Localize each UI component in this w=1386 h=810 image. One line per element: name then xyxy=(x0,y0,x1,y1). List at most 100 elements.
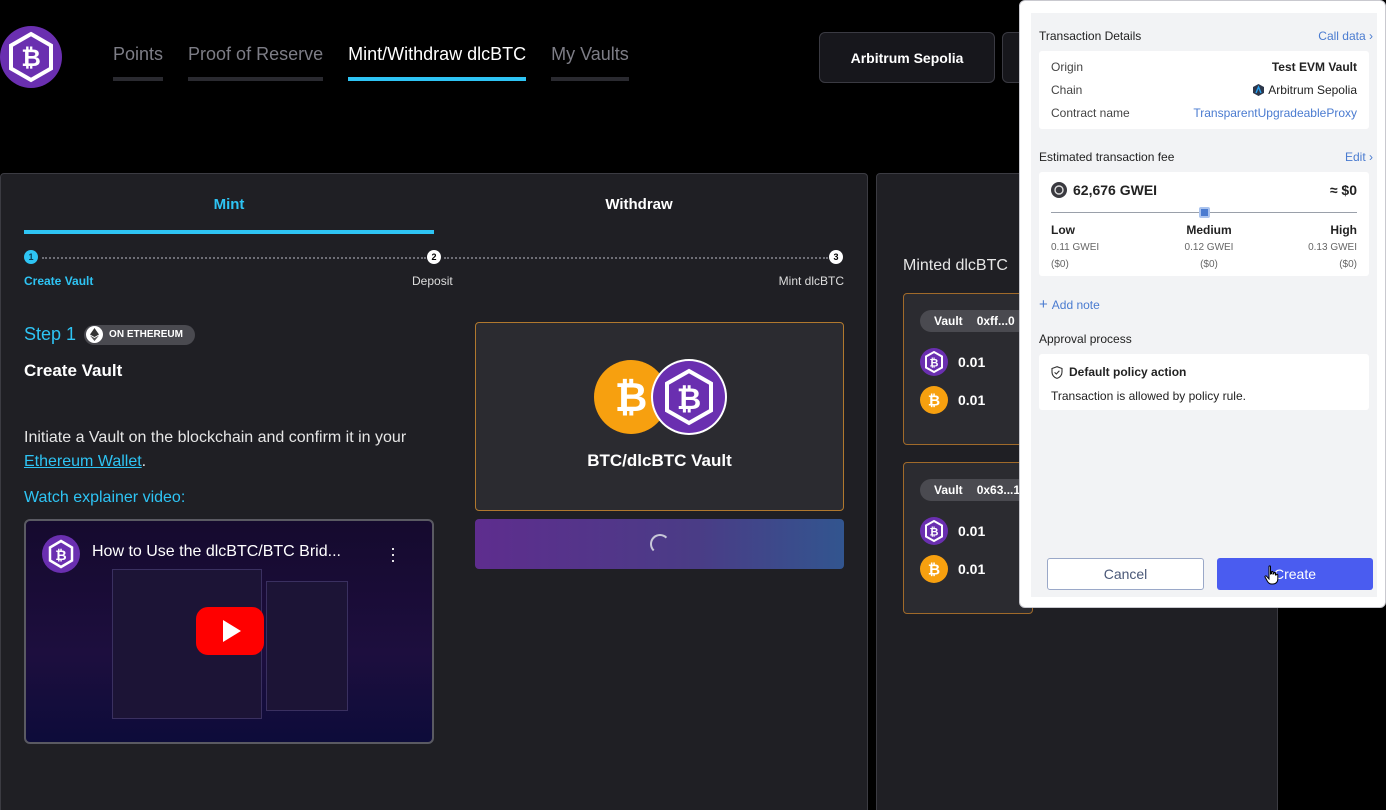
main-nav: Points Proof of Reserve Mint/Withdraw dl… xyxy=(113,44,629,81)
contract-name-link[interactable]: TransparentUpgradeableProxy xyxy=(1193,106,1357,120)
fee-level-medium[interactable]: Medium 0.12 GWEI ($0) xyxy=(1176,222,1242,273)
detail-key: Contract name xyxy=(1051,106,1130,120)
network-badge-label: ON ETHEREUM xyxy=(109,329,183,340)
step-1-label: Create Vault xyxy=(24,274,94,288)
fee-level-low[interactable]: Low 0.11 GWEI ($0) xyxy=(1051,222,1099,273)
gas-token-icon xyxy=(1051,182,1067,198)
chevron-right-icon: › xyxy=(1369,150,1373,164)
fee-level-usd: ($0) xyxy=(1339,259,1357,270)
detail-row-chain: Chain Arbitrum Sepolia xyxy=(1051,83,1357,97)
fee-level-gwei: 0.11 GWEI xyxy=(1051,242,1100,253)
dlcbtc-amount: ₿ 0.01 xyxy=(920,517,985,545)
fee-level-usd: ($0) xyxy=(1200,259,1218,270)
fee-amount-value: 62,676 GWEI xyxy=(1073,182,1158,198)
chevron-right-icon: › xyxy=(1369,29,1373,43)
svg-text:₿: ₿ xyxy=(928,561,940,579)
vault-id-pill: Vault 0xff...0 xyxy=(920,310,1029,332)
desc-text: Initiate a Vault on the blockchain and c… xyxy=(24,429,407,446)
minted-title: Minted dlcBTC xyxy=(903,257,1008,274)
approval-process-title: Approval process xyxy=(1039,332,1132,346)
vault-id: 0xff...0 xyxy=(976,314,1015,328)
detail-value: Test EVM Vault xyxy=(1271,60,1357,74)
svg-text:₿: ₿ xyxy=(677,382,701,417)
video-thumbnail-panel xyxy=(266,581,348,711)
explainer-video[interactable]: ₿ How to Use the dlcBTC/BTC Brid... · · · xyxy=(24,519,434,744)
network-select-button[interactable]: Arbitrum Sepolia xyxy=(819,32,995,83)
cancel-button[interactable]: Cancel xyxy=(1047,558,1204,590)
create-button[interactable]: Create xyxy=(1217,558,1373,590)
dlcbtc-coin-icon: ₿ xyxy=(920,348,948,376)
fee-level-name: Medium xyxy=(1186,223,1232,237)
dlcbtc-coin-icon: ₿ xyxy=(920,517,948,545)
detail-key: Chain xyxy=(1051,83,1083,97)
dlcbtc-logo-icon[interactable]: ₿ xyxy=(0,24,64,90)
more-vertical-icon[interactable]: · · · xyxy=(390,539,396,569)
arbitrum-icon xyxy=(1253,84,1265,96)
ethereum-icon xyxy=(86,326,104,343)
detail-value: Arbitrum Sepolia xyxy=(1253,83,1357,97)
policy-title: Default policy action xyxy=(1051,365,1186,379)
btc-amount: ₿ 0.01 xyxy=(920,386,985,414)
call-data-link[interactable]: Call data › xyxy=(1318,29,1373,43)
nav-item-proof-of-reserve[interactable]: Proof of Reserve xyxy=(188,44,324,81)
policy-description: Transaction is allowed by policy rule. xyxy=(1051,389,1246,403)
step-number: Step 1 xyxy=(24,324,77,344)
step-3-label: Mint dlcBTC xyxy=(778,274,844,288)
vault-pill-label: Vault xyxy=(934,314,963,328)
dlcbtc-amount-value: 0.01 xyxy=(958,354,986,370)
fee-level-gwei: 0.13 GWEI xyxy=(1308,242,1357,253)
policy-box: Default policy action Transaction is all… xyxy=(1039,354,1369,410)
transaction-panel-body: Transaction Details Call data › Origin T… xyxy=(1031,13,1377,597)
stepper-connector xyxy=(42,257,426,259)
detail-key: Origin xyxy=(1051,60,1084,74)
transaction-details-box: Origin Test EVM Vault Chain Arbitrum Sep… xyxy=(1039,51,1369,129)
fee-level-gwei: 0.12 GWEI xyxy=(1184,242,1234,253)
video-title: How to Use the dlcBTC/BTC Brid... xyxy=(92,543,341,560)
create-vault-button-loading[interactable] xyxy=(475,519,844,569)
nav-item-my-vaults[interactable]: My Vaults xyxy=(551,44,629,81)
fee-edit-link[interactable]: Edit › xyxy=(1345,150,1373,164)
hand-cursor-icon xyxy=(1264,565,1279,585)
btc-amount-value: 0.01 xyxy=(958,392,986,408)
svg-text:₿: ₿ xyxy=(615,375,648,421)
ethereum-wallet-link[interactable]: Ethereum Wallet xyxy=(24,453,142,470)
plus-icon: + xyxy=(1039,296,1048,313)
step-1-indicator: 1 xyxy=(24,250,38,264)
fee-level-name: Low xyxy=(1051,223,1075,237)
vault-id: 0x63...1 xyxy=(976,483,1021,497)
btc-amount-value: 0.01 xyxy=(958,561,986,577)
vault-item[interactable]: Vault 0x63...1 ₿ 0.01 ₿ 0.01 xyxy=(903,462,1033,614)
fee-level-name: High xyxy=(1330,223,1357,237)
fee-usd: ≈ $0 xyxy=(1329,182,1357,198)
play-icon xyxy=(223,620,241,642)
policy-title-text: Default policy action xyxy=(1069,365,1187,379)
btc-dlcbtc-coins-icon: ₿ ₿ xyxy=(594,359,727,435)
detail-row-origin: Origin Test EVM Vault xyxy=(1051,60,1357,74)
svg-text:₿: ₿ xyxy=(930,357,939,370)
channel-logo-icon: ₿ xyxy=(42,535,80,573)
tab-withdraw[interactable]: Withdraw xyxy=(434,186,844,234)
progress-stepper: 1 2 3 Create Vault Deposit Mint dlcBTC xyxy=(24,250,844,290)
add-note-button[interactable]: + Add note xyxy=(1039,296,1100,313)
chain-name: Arbitrum Sepolia xyxy=(1268,83,1357,97)
tab-mint[interactable]: Mint xyxy=(24,186,434,234)
svg-text:₿: ₿ xyxy=(928,392,940,410)
play-button[interactable] xyxy=(196,607,264,655)
mint-card: Mint Withdraw 1 2 3 Create Vault Deposit… xyxy=(0,173,868,810)
add-note-label: Add note xyxy=(1051,297,1100,312)
fee-level-usd: ($0) xyxy=(1051,259,1069,270)
nav-item-mint-withdraw[interactable]: Mint/Withdraw dlcBTC xyxy=(348,44,527,81)
btc-coin-icon: ₿ xyxy=(920,386,948,414)
step-3-indicator: 3 xyxy=(829,250,843,264)
vault-item[interactable]: Vault 0xff...0 ₿ 0.01 ₿ 0.01 xyxy=(903,293,1033,445)
step-heading: Step 1 ON ETHEREUM xyxy=(24,324,195,345)
nav-item-points[interactable]: Points xyxy=(113,44,164,81)
transaction-approval-panel: Transaction Details Call data › Origin T… xyxy=(1019,0,1386,608)
dlcbtc-amount-value: 0.01 xyxy=(958,523,986,539)
desc-text-end: . xyxy=(141,453,147,470)
svg-text:₿: ₿ xyxy=(930,526,939,539)
step-2-label: Deposit xyxy=(412,274,453,288)
fee-slider-thumb[interactable] xyxy=(1198,207,1210,218)
fee-level-high[interactable]: High 0.13 GWEI ($0) xyxy=(1308,222,1357,273)
call-data-label: Call data xyxy=(1318,29,1366,43)
